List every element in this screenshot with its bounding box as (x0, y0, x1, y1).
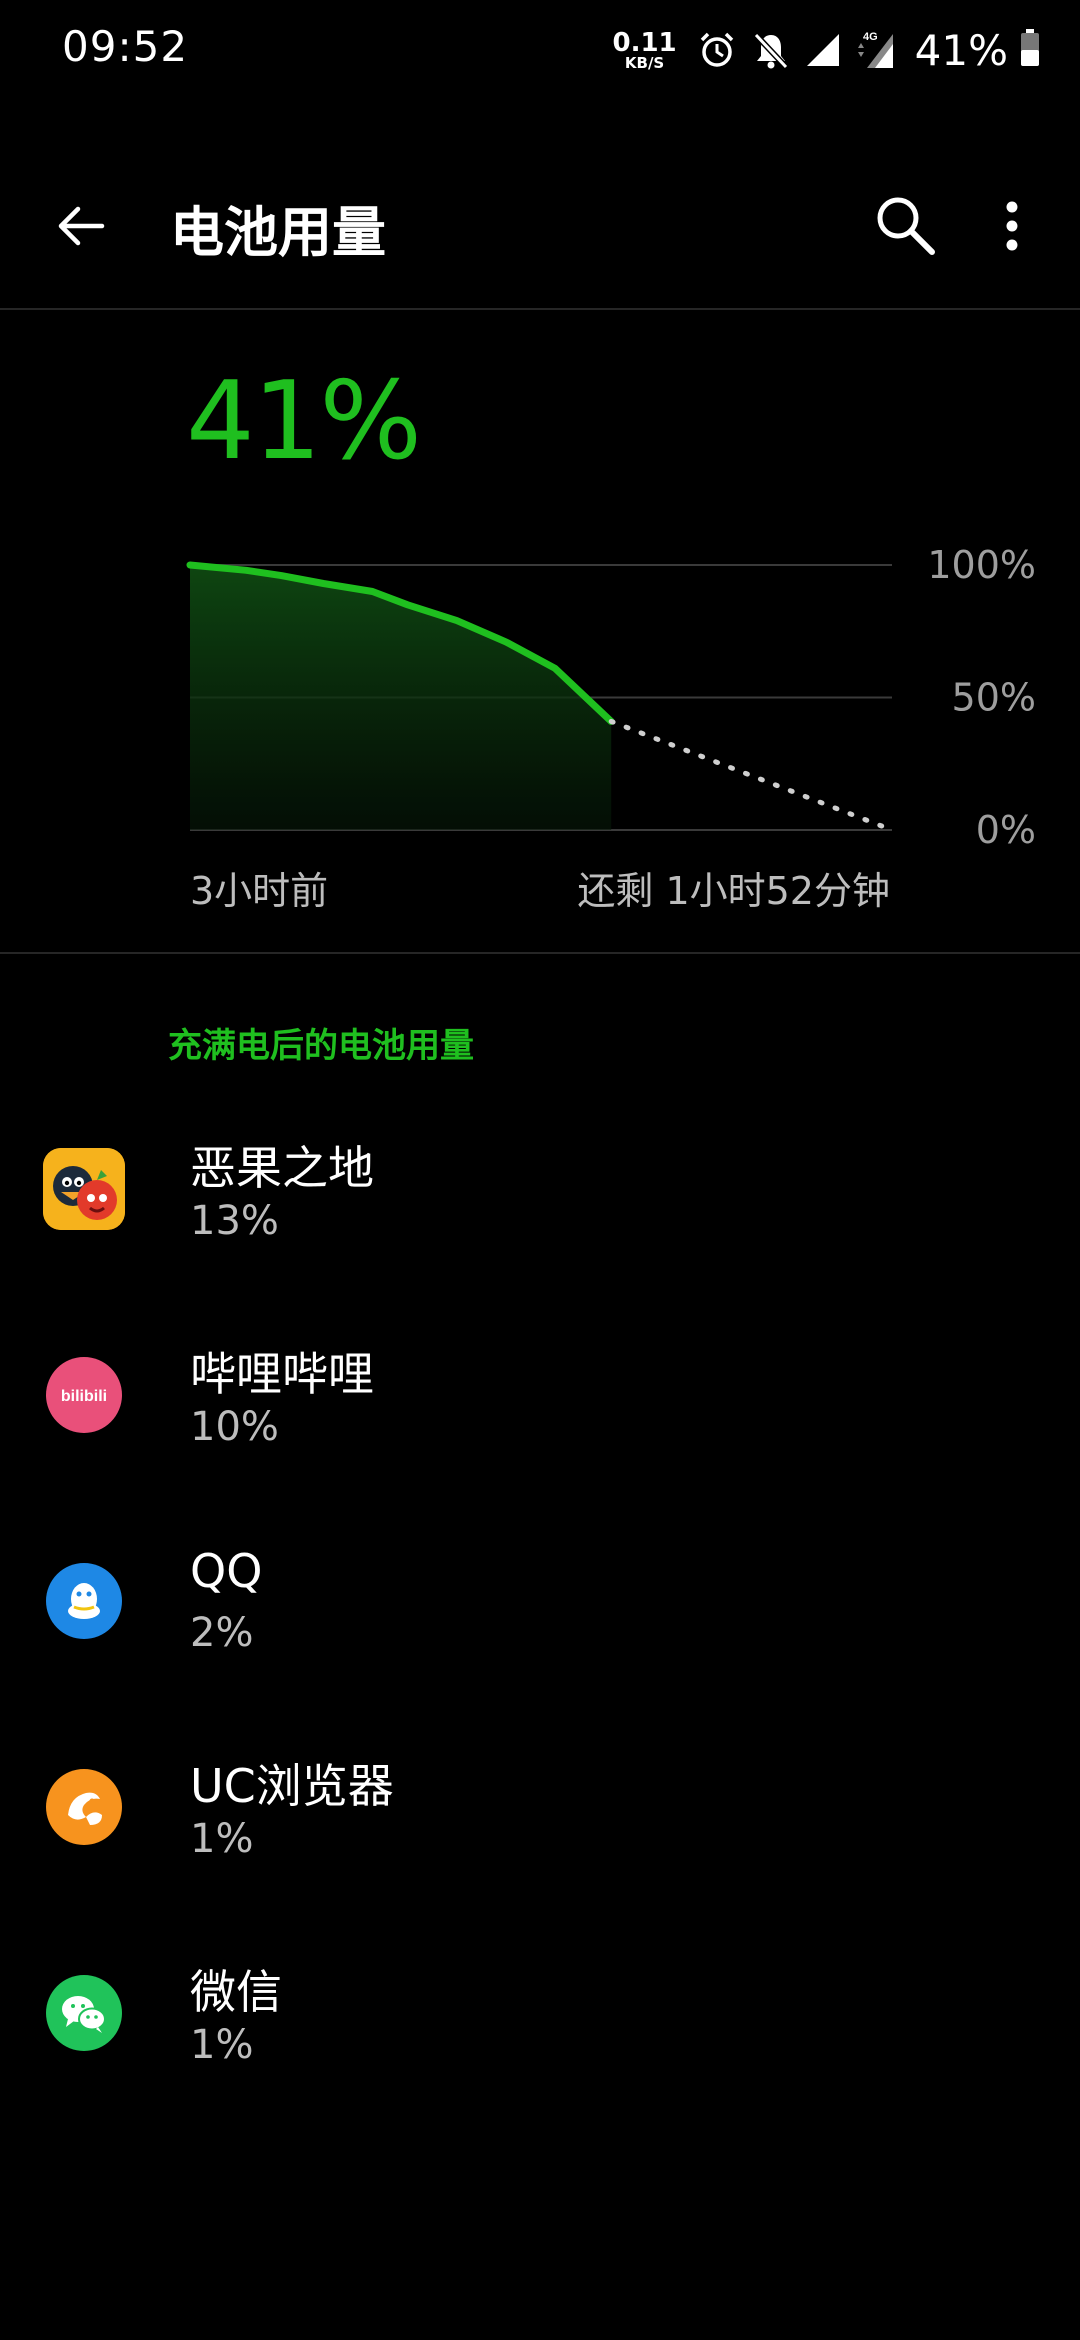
app-name: 恶果之地 (190, 1141, 374, 1195)
more-vert-icon (1006, 201, 1018, 251)
signal-4g-icon: 4G (855, 30, 895, 70)
status-time: 09:52 (62, 22, 189, 71)
app-usage: 10% (190, 1404, 279, 1450)
chart-end-label: 还剩 1小时52分钟 (577, 869, 890, 913)
search-button[interactable] (866, 186, 946, 266)
page-title: 电池用量 (170, 201, 386, 264)
net-speed-unit: KB/S (624, 53, 665, 72)
battery-level: 41% (186, 359, 422, 484)
net-speed-value: 0.11 (612, 27, 677, 58)
app-row-wechat[interactable]: 微信 1% (0, 1934, 1080, 2140)
search-icon (877, 197, 935, 255)
notifications-off-icon (751, 30, 791, 70)
chart-y-tick-label: 50% (952, 676, 1036, 720)
back-button[interactable] (40, 186, 120, 266)
battery-percent: 41% (914, 25, 1008, 75)
app-row-bilibili[interactable]: bilibili 哔哩哔哩 10% (0, 1316, 1080, 1522)
app-name: UC浏览器 (190, 1759, 394, 1813)
network-type-label: 4G (863, 31, 878, 43)
battery-chart-plot: 100% 50% 0% (186, 543, 1036, 852)
status-icons: 0.11 KB/S 4G 41% (612, 20, 1040, 80)
app-name: 微信 (190, 1965, 282, 2019)
uc-browser-icon (46, 1769, 122, 1845)
more-options-button[interactable] (982, 186, 1042, 266)
app-name: QQ (190, 1544, 263, 1598)
chart-y-tick-label: 0% (976, 808, 1036, 852)
status-bar: 09:52 0.11 KB/S 4G 41% (0, 0, 1080, 100)
app-row-uc-browser[interactable]: UC浏览器 1% (0, 1728, 1080, 1934)
battery-icon (1020, 29, 1040, 71)
net-speed: 0.11 KB/S (612, 30, 676, 71)
chart-y-tick-label: 100% (927, 543, 1036, 587)
signal-icon (805, 32, 841, 68)
qq-icon (46, 1563, 122, 1639)
app-usage: 1% (190, 2022, 254, 2068)
app-name: 哔哩哔哩 (190, 1347, 374, 1401)
app-bar: 电池用量 (0, 150, 1080, 290)
bilibili-icon-text: bilibili (61, 1388, 107, 1405)
app-usage: 1% (190, 1816, 254, 1862)
app-row-egzd[interactable]: 恶果之地 13% (0, 1110, 1080, 1316)
app-usage: 13% (190, 1198, 279, 1244)
app-bar-divider (0, 308, 1080, 310)
app-row-qq[interactable]: QQ 2% (0, 1522, 1080, 1728)
app-usage-list: 恶果之地 13% bilibili 哔哩哔哩 10% QQ 2% UC浏览器 1… (0, 1110, 1080, 2140)
battery-projection-line (608, 718, 895, 833)
chart-start-label: 3小时前 (190, 869, 329, 913)
section-header: 充满电后的电池用量 (168, 1026, 474, 1066)
chart-divider (0, 952, 1080, 954)
battery-chart: 100% 50% 0% 3小时前 还剩 1小时52分钟 (0, 540, 1080, 940)
back-arrow-icon (58, 206, 105, 246)
bilibili-icon: bilibili (46, 1357, 122, 1433)
app-usage: 2% (190, 1610, 254, 1656)
game-app-icon (43, 1148, 125, 1230)
wechat-icon (46, 1975, 122, 2051)
alarm-icon (697, 30, 737, 70)
